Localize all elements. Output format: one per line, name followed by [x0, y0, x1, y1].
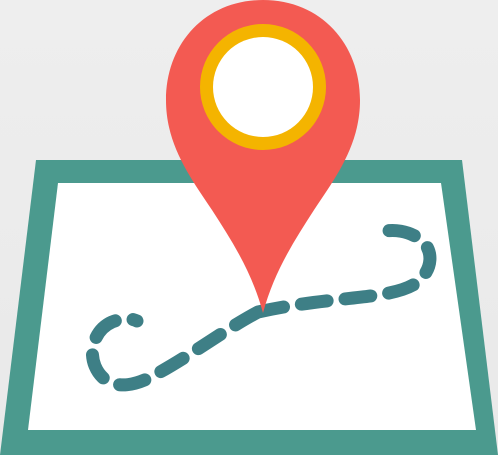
- map-pin-svg: [0, 0, 498, 455]
- map-pin-illustration: [0, 0, 498, 455]
- pin-center: [213, 37, 313, 137]
